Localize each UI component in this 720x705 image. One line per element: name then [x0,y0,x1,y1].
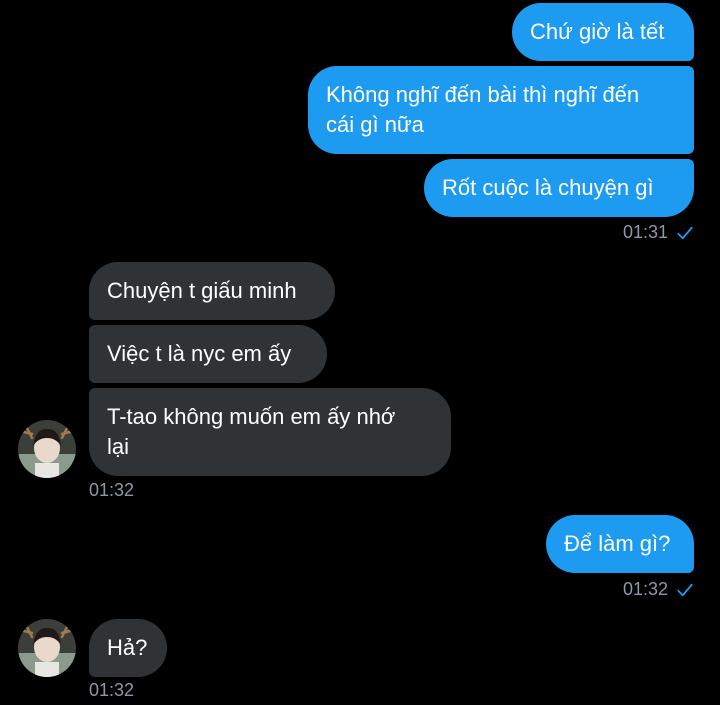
message-bubble-outgoing[interactable]: Chứ giờ là tết [512,3,694,61]
message-bubble-incoming[interactable]: Chuyện t giấu minh [89,262,335,320]
avatar[interactable] [18,420,76,478]
message-timestamp-row: 01:32 [623,579,694,600]
message-bubble-incoming[interactable]: T-tao không muốn em ấy nhớ lại [89,388,451,476]
avatar-image [18,619,76,677]
message-bubble-outgoing[interactable]: Không nghĩ đến bài thì nghĩ đến cái gì n… [308,66,694,154]
message-bubble-outgoing[interactable]: Rốt cuộc là chuyện gì [424,159,694,217]
message-bubble-outgoing[interactable]: Để làm gì? [546,515,694,573]
message-time: 01:32 [89,480,135,500]
avatar-image [18,420,76,478]
message-bubble-incoming[interactable]: Việc t là nyc em ấy [89,325,327,383]
avatar[interactable] [18,619,76,677]
message-time: 01:32 [89,680,135,700]
message-time: 01:31 [622,222,668,242]
message-bubble-incoming[interactable]: Hả? [89,619,167,677]
check-icon [677,226,693,239]
message-timestamp-row: 01:32 [89,680,134,701]
message-time: 01:32 [622,579,668,599]
check-icon [677,583,693,596]
message-timestamp-row: 01:31 [623,222,694,243]
message-timestamp-row: 01:32 [89,480,134,501]
